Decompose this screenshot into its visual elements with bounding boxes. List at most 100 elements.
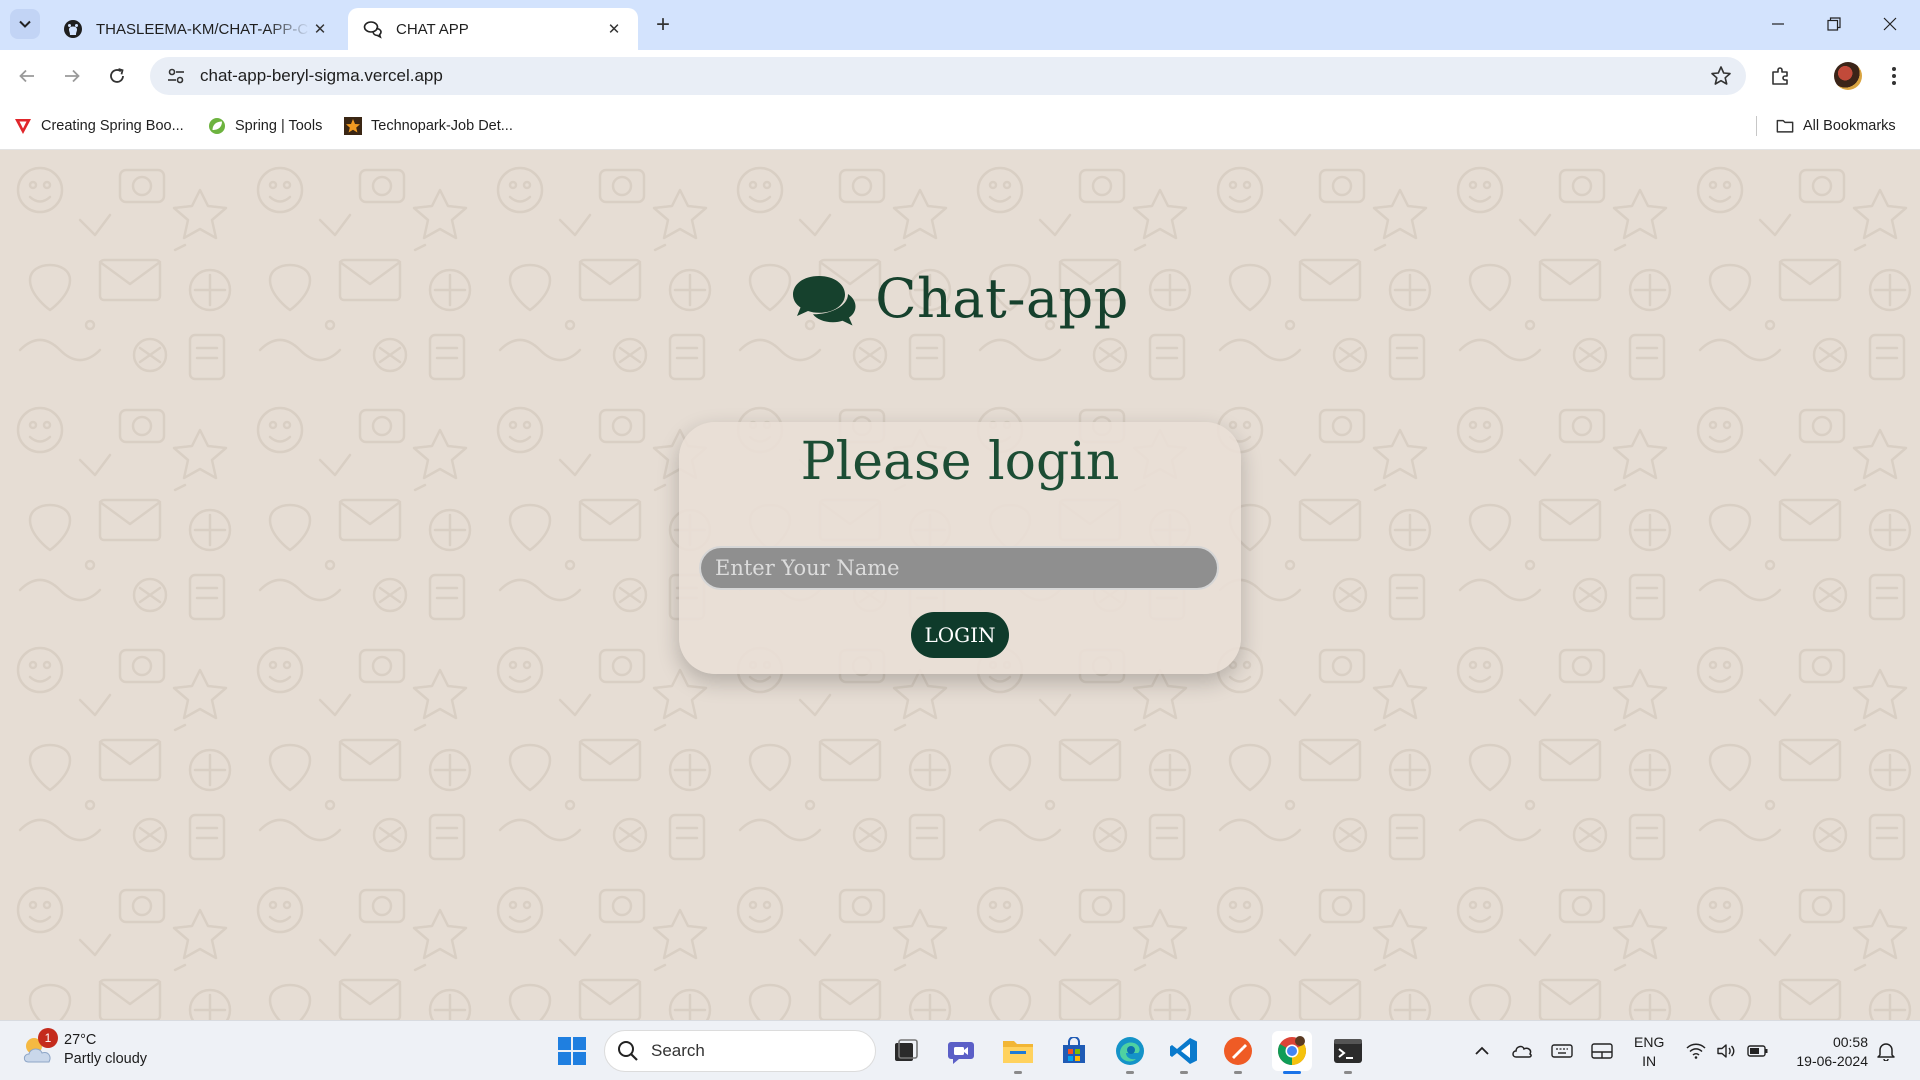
partly-cloudy-icon: 1 <box>20 1028 58 1068</box>
bookmark-star-icon[interactable] <box>1710 65 1732 87</box>
weather-desc: Partly cloudy <box>64 1051 148 1067</box>
windows-taskbar: 1 27°C Partly cloudy Search ENG IN 00:58… <box>0 1020 1920 1080</box>
taskbar-store[interactable] <box>1054 1031 1094 1071</box>
keyboard-tray-button[interactable] <box>1550 1039 1574 1063</box>
login-button[interactable]: LOGIN <box>911 612 1009 658</box>
task-view-button[interactable] <box>886 1031 926 1071</box>
edge-icon <box>1116 1037 1144 1065</box>
red-v-icon <box>14 117 32 135</box>
new-tab-button[interactable]: + <box>650 11 676 38</box>
folder-icon <box>1776 117 1794 135</box>
vscode-icon <box>1170 1038 1197 1064</box>
notifications-button[interactable] <box>1874 1039 1898 1063</box>
chevron-down-icon <box>19 20 31 28</box>
technopark-star-icon <box>344 117 362 135</box>
close-window-button[interactable] <box>1862 0 1918 48</box>
bookmark-item[interactable]: Technopark-Job Det... <box>344 115 513 137</box>
wifi-tray-button[interactable] <box>1684 1039 1708 1063</box>
wifi-icon <box>1686 1043 1706 1059</box>
reload-button[interactable] <box>100 59 134 93</box>
taskbar-teams[interactable] <box>942 1031 982 1071</box>
terminal-icon <box>1334 1039 1362 1063</box>
taskbar-search[interactable]: Search <box>604 1030 876 1072</box>
browser-toolbar: chat-app-beryl-sigma.vercel.app <box>0 50 1920 102</box>
close-icon[interactable]: ✕ <box>310 19 330 39</box>
taskbar-terminal[interactable] <box>1328 1031 1368 1074</box>
more-vertical-icon <box>1892 67 1896 85</box>
bookmark-item[interactable]: Creating Spring Boo... <box>14 115 184 137</box>
chevron-up-icon <box>1475 1046 1489 1055</box>
search-label: Search <box>651 1041 705 1060</box>
name-input[interactable] <box>699 546 1219 590</box>
bookmark-label: Creating Spring Boo... <box>41 118 184 134</box>
url-text[interactable]: chat-app-beryl-sigma.vercel.app <box>200 66 443 86</box>
tab-github[interactable]: THASLEEMA-KM/CHAT-APP-CLIENT ✕ <box>48 8 344 50</box>
taskbar-file-explorer[interactable] <box>998 1031 1038 1074</box>
address-bar[interactable]: chat-app-beryl-sigma.vercel.app <box>150 57 1746 95</box>
close-icon <box>1883 17 1897 31</box>
cloud-icon <box>1512 1045 1532 1058</box>
task-view-icon <box>895 1039 918 1061</box>
chat-bubbles-icon <box>362 18 384 40</box>
reload-icon <box>110 68 124 83</box>
minimize-button[interactable] <box>1750 0 1806 48</box>
display-tray-button[interactable] <box>1590 1039 1614 1063</box>
show-hidden-icons-button[interactable] <box>1470 1039 1494 1063</box>
taskbar-postman[interactable] <box>1218 1031 1258 1074</box>
tab-title: THASLEEMA-KM/CHAT-APP-CLIENT <box>96 20 310 38</box>
close-icon[interactable]: ✕ <box>604 19 624 39</box>
comments-icon <box>793 275 856 325</box>
extensions-button[interactable] <box>1767 62 1795 90</box>
puzzle-icon <box>1772 67 1788 85</box>
keyboard-icon <box>1551 1044 1573 1058</box>
search-icon <box>618 1041 638 1061</box>
taskbar-vscode[interactable] <box>1164 1031 1204 1074</box>
onedrive-tray-button[interactable] <box>1510 1039 1534 1063</box>
forward-button[interactable] <box>55 59 89 93</box>
postman-icon <box>1224 1037 1252 1065</box>
back-button[interactable] <box>10 59 44 93</box>
speaker-icon <box>1717 1044 1735 1058</box>
battery-icon <box>1747 1045 1768 1057</box>
profile-button[interactable] <box>1834 62 1862 90</box>
taskbar-chrome[interactable] <box>1272 1031 1312 1074</box>
app-brand: Chat-app <box>0 267 1920 330</box>
login-heading: Please login <box>800 432 1120 492</box>
github-icon <box>62 18 84 40</box>
tab-strip: THASLEEMA-KM/CHAT-APP-CLIENT ✕ CHAT APP … <box>0 0 1920 50</box>
restore-button[interactable] <box>1806 0 1862 48</box>
time-text: 00:58 <box>1832 1034 1868 1050</box>
bookmark-label: Technopark-Job Det... <box>371 118 513 134</box>
all-bookmarks-label: All Bookmarks <box>1803 118 1896 134</box>
tablet-icon <box>1591 1043 1613 1059</box>
arrow-left-icon <box>19 69 34 83</box>
volume-tray-button[interactable] <box>1714 1039 1738 1063</box>
bookmarks-divider <box>1756 116 1757 136</box>
notification-badge: 1 <box>38 1028 58 1048</box>
bell-icon <box>1877 1043 1895 1061</box>
windows-logo-icon <box>558 1037 586 1065</box>
clock[interactable]: 00:58 19-06-2024 <box>1780 1033 1868 1071</box>
region-code: IN <box>1642 1053 1657 1069</box>
bookmark-label: Spring | Tools <box>235 118 323 134</box>
taskbar-edge[interactable] <box>1110 1031 1150 1074</box>
date-text: 19-06-2024 <box>1796 1053 1868 1069</box>
chrome-icon <box>1278 1036 1306 1065</box>
bookmarks-bar: Creating Spring Boo... Spring | Tools Te… <box>0 102 1920 150</box>
start-button[interactable] <box>552 1031 592 1071</box>
tab-chat-app[interactable]: CHAT APP ✕ <box>348 8 638 50</box>
menu-button[interactable] <box>1880 62 1908 90</box>
site-info-icon[interactable] <box>166 66 186 86</box>
language-code: ENG <box>1634 1034 1665 1050</box>
all-bookmarks-button[interactable]: All Bookmarks <box>1776 115 1896 137</box>
login-card: Please login LOGIN <box>679 422 1241 674</box>
bookmark-item[interactable]: Spring | Tools <box>208 115 322 137</box>
spring-leaf-icon <box>208 117 226 135</box>
tab-search-button[interactable] <box>10 9 40 39</box>
store-icon <box>1063 1037 1085 1063</box>
avatar <box>1834 62 1862 90</box>
weather-widget[interactable]: 1 27°C Partly cloudy <box>20 1028 148 1069</box>
input-language[interactable]: ENG IN <box>1634 1033 1664 1071</box>
battery-tray-button[interactable] <box>1746 1039 1770 1063</box>
restore-icon <box>1827 17 1841 31</box>
